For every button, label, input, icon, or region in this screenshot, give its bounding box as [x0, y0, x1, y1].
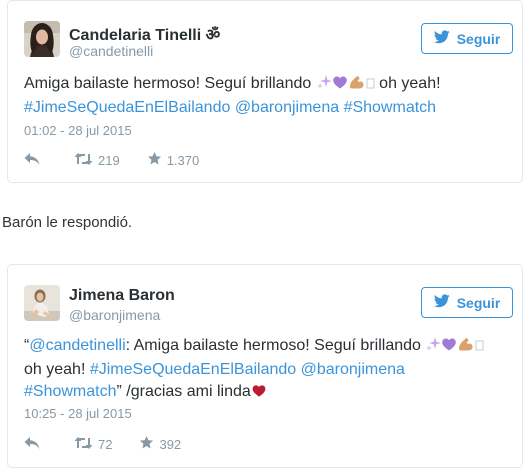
sparkles-icon: [425, 336, 442, 359]
quote-close: ” /gracias ami linda: [116, 383, 251, 400]
timestamp-link[interactable]: 01:02 - 28 jul 2015: [24, 123, 132, 138]
quote-text: : Amiga bailaste hermoso! Seguí brilland…: [125, 337, 426, 354]
mention-link[interactable]: @baronjimena: [235, 99, 339, 116]
placeholder-glyph-icon: [475, 337, 484, 359]
tweet-card: Candelaria Tinelli ॐ @candetinelli Segui…: [7, 0, 523, 183]
flexed-biceps-icon: [348, 74, 366, 97]
reply-icon: [24, 152, 40, 169]
tweet-text-continued: oh yeah!: [24, 361, 90, 378]
avatar[interactable]: [24, 285, 60, 321]
retweet-icon: [74, 436, 93, 453]
reply-icon: [24, 436, 40, 453]
flexed-biceps-icon: [457, 336, 475, 359]
author-handle[interactable]: @baronjimena: [69, 307, 160, 323]
twitter-bird-icon: [433, 294, 450, 311]
follow-button[interactable]: Seguir: [421, 287, 513, 318]
reply-button[interactable]: [24, 152, 40, 169]
red-heart-icon: [251, 383, 267, 405]
follow-label: Seguir: [456, 294, 501, 311]
tweet-text: Amiga bailaste hermoso! Seguí brillando …: [24, 73, 514, 119]
tweet-text-start: Amiga bailaste hermoso! Seguí brillando: [24, 75, 316, 92]
article-text: Barón le respondió.: [2, 214, 133, 231]
retweet-button[interactable]: 219: [74, 152, 120, 169]
tweet-text: “@candetinelli: Amiga bailaste hermoso! …: [24, 335, 514, 405]
like-count: 392: [159, 436, 182, 452]
hashtag-link[interactable]: #Showmatch: [344, 99, 437, 116]
avatar[interactable]: [24, 21, 60, 57]
twitter-bird-icon: [433, 30, 450, 47]
retweet-icon: [74, 152, 93, 169]
star-icon: [139, 435, 154, 453]
mention-link[interactable]: @candetinelli: [29, 337, 125, 354]
retweet-count: 72: [98, 436, 113, 452]
hashtag-link[interactable]: #JimeSeQuedaEnElBailando: [90, 361, 296, 378]
tweet-card: Jimena Baron @baronjimena Seguir “@cande…: [7, 264, 523, 468]
reply-button[interactable]: [24, 436, 40, 453]
tweet-text-end: oh yeah!: [374, 75, 441, 92]
hashtag-link[interactable]: #JimeSeQuedaEnElBailando: [24, 99, 230, 116]
purple-heart-icon: [332, 74, 348, 97]
like-button[interactable]: 392: [139, 435, 181, 453]
like-count: 1.370: [166, 152, 200, 168]
tweet-actions: 219 1.370: [24, 151, 199, 169]
author-name[interactable]: Jimena Baron: [69, 287, 175, 305]
mention-link[interactable]: @baronjimena: [301, 361, 405, 378]
retweet-count: 219: [98, 152, 120, 168]
timestamp-link[interactable]: 10:25 - 28 jul 2015: [24, 406, 132, 421]
hashtag-link[interactable]: #Showmatch: [24, 383, 117, 400]
author-handle[interactable]: @candetinelli: [69, 43, 153, 59]
follow-button[interactable]: Seguir: [421, 23, 513, 54]
placeholder-glyph-icon: [366, 75, 375, 97]
tweet-actions: 72 392: [24, 435, 181, 453]
retweet-button[interactable]: 72: [74, 436, 112, 453]
purple-heart-icon: [441, 336, 457, 359]
sparkles-icon: [316, 74, 332, 97]
like-button[interactable]: 1.370: [147, 151, 200, 169]
author-name[interactable]: Candelaria Tinelli ॐ: [69, 23, 220, 45]
star-icon: [147, 151, 162, 169]
follow-label: Seguir: [456, 30, 501, 47]
